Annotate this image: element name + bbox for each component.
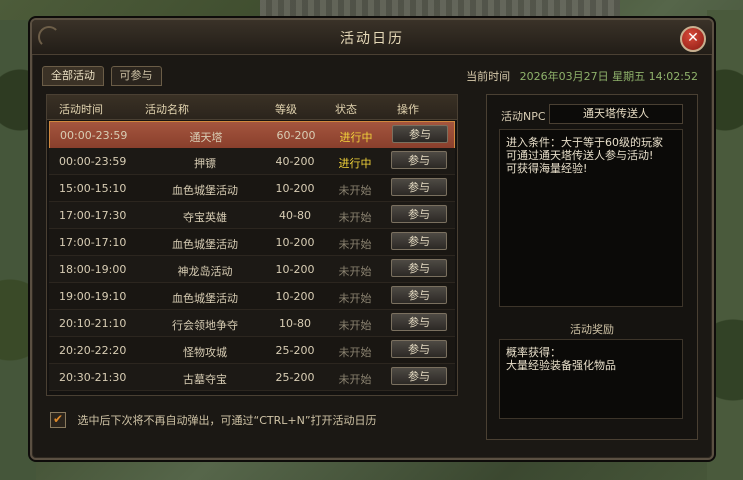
join-button[interactable]: 参与 — [391, 232, 447, 250]
current-time-value: 2026年03月27日 星期五 14:02:52 — [519, 70, 698, 83]
activity-status: 未开始 — [338, 238, 372, 251]
activity-level: 25-200 — [275, 344, 315, 357]
activity-name: 血色城堡活动 — [172, 292, 238, 305]
activity-name: 血色城堡活动 — [172, 184, 238, 197]
current-time-label: 当前时间 — [466, 70, 511, 83]
table-header: 活动时间 活动名称 等级 状态 操作 — [47, 95, 457, 120]
activity-level: 10-200 — [275, 290, 315, 303]
join-button[interactable]: 参与 — [391, 313, 447, 331]
join-button[interactable]: 参与 — [391, 367, 447, 385]
tab-joinable[interactable]: 可参与 — [110, 66, 162, 86]
table-row[interactable]: 20:30-21:30 古墓夺宝 25-200 未开始 参与 — [49, 364, 455, 391]
activity-level: 40-200 — [275, 155, 315, 168]
activity-level: 60-200 — [276, 129, 316, 142]
current-time: 当前时间 2026年03月27日 星期五 14:02:52 — [466, 68, 698, 84]
join-button[interactable]: 参与 — [391, 205, 447, 223]
table-row[interactable]: 20:10-21:10 行会领地争夺 10-80 未开始 参与 — [49, 310, 455, 337]
table-row[interactable]: 18:00-19:00 神龙岛活动 10-200 未开始 参与 — [49, 256, 455, 283]
activity-status: 未开始 — [338, 346, 372, 359]
activity-name: 怪物攻城 — [183, 346, 227, 359]
description-line: 进入条件：大于等于60级的玩家 — [506, 136, 663, 149]
activity-time: 20:20-22:20 — [59, 344, 127, 357]
activity-status: 未开始 — [338, 373, 372, 386]
activity-level: 10-200 — [275, 263, 315, 276]
activity-time: 20:30-21:30 — [59, 371, 127, 384]
table-row[interactable]: 20:20-22:20 怪物攻城 25-200 未开始 参与 — [49, 337, 455, 364]
activity-table: 活动时间 活动名称 等级 状态 操作 00:00-23:59 通天塔 60-200 进… — [46, 94, 458, 396]
activity-name: 神龙岛活动 — [177, 265, 233, 278]
activity-name: 古墓夺宝 — [183, 373, 227, 386]
activity-level: 40-80 — [279, 209, 311, 222]
close-button[interactable]: ✕ — [680, 26, 706, 52]
activity-time: 19:00-19:10 — [59, 290, 127, 303]
reward-description: 概率获得： 大量经验装备强化物品 — [499, 339, 683, 419]
table-row[interactable]: 00:00-23:59 押镖 40-200 进行中 参与 — [49, 148, 455, 175]
header-status: 状态 — [335, 103, 357, 116]
table-row[interactable]: 15:00-15:10 血色城堡活动 10-200 未开始 参与 — [49, 175, 455, 202]
description-line: 可获得海量经验! — [506, 162, 588, 175]
activity-name: 行会领地争夺 — [172, 319, 238, 332]
auto-popup-checkbox[interactable]: ✔ — [50, 412, 66, 428]
reward-title: 活动奖励 — [570, 323, 614, 336]
activity-level: 25-200 — [275, 371, 315, 384]
activity-time: 18:00-19:00 — [59, 263, 127, 276]
activity-description: 进入条件：大于等于60级的玩家 可通过通天塔传送人参与活动! 可获得海量经验! — [499, 129, 683, 307]
npc-name: 通天塔传送人 — [549, 104, 683, 124]
activity-name: 通天塔 — [189, 131, 223, 144]
description-line: 可通过通天塔传送人参与活动! — [506, 149, 654, 162]
tab-all-activities[interactable]: 全部活动 — [42, 66, 104, 86]
table-row[interactable]: 00:00-23:59 通天塔 60-200 进行中 参与 — [49, 121, 455, 149]
activity-name: 押镖 — [194, 157, 216, 170]
activity-name: 夺宝英雄 — [183, 211, 227, 224]
activity-level: 10-80 — [279, 317, 311, 330]
activity-name: 血色城堡活动 — [172, 238, 238, 251]
activity-time: 00:00-23:59 — [59, 155, 127, 168]
activity-status: 未开始 — [338, 184, 372, 197]
activity-time: 15:00-15:10 — [59, 182, 127, 195]
activity-calendar-window: 活动日历 ✕ 全部活动 可参与 当前时间 2026年03月27日 星期五 14:… — [30, 18, 714, 460]
activity-time: 20:10-21:10 — [59, 317, 127, 330]
activity-status: 未开始 — [338, 265, 372, 278]
activity-status: 进行中 — [338, 157, 372, 170]
activity-status: 未开始 — [338, 211, 372, 224]
join-button[interactable]: 参与 — [391, 340, 447, 358]
activity-detail-panel: 活动NPC 通天塔传送人 进入条件：大于等于60级的玩家 可通过通天塔传送人参与… — [486, 94, 698, 440]
auto-popup-text: 选中后下次将不再自动弹出，可通过“CTRL+N”打开活动日历 — [77, 414, 377, 427]
activity-status: 未开始 — [338, 319, 372, 332]
background-roof — [260, 0, 620, 20]
table-row[interactable]: 17:00-17:10 血色城堡活动 10-200 未开始 参与 — [49, 229, 455, 256]
header-time: 活动时间 — [59, 103, 103, 116]
table-row[interactable]: 17:00-17:30 夺宝英雄 40-80 未开始 参与 — [49, 202, 455, 229]
join-button[interactable]: 参与 — [391, 286, 447, 304]
activity-status: 未开始 — [338, 292, 372, 305]
join-button[interactable]: 参与 — [391, 259, 447, 277]
join-button[interactable]: 参与 — [391, 151, 447, 169]
npc-label: 活动NPC — [501, 110, 546, 123]
activity-level: 10-200 — [275, 236, 315, 249]
header-level: 等级 — [275, 103, 297, 116]
auto-popup-option: ✔ 选中后下次将不再自动弹出，可通过“CTRL+N”打开活动日历 — [50, 412, 377, 428]
join-button[interactable]: 参与 — [391, 178, 447, 196]
title-bar[interactable]: 活动日历 ✕ — [32, 20, 712, 55]
window-title: 活动日历 — [340, 31, 404, 47]
table-row[interactable]: 19:00-19:10 血色城堡活动 10-200 未开始 参与 — [49, 283, 455, 310]
activity-time: 17:00-17:10 — [59, 236, 127, 249]
activity-time: 00:00-23:59 — [60, 129, 128, 142]
reward-line: 大量经验装备强化物品 — [506, 359, 616, 372]
reward-line: 概率获得： — [506, 346, 561, 359]
tab-bar: 全部活动 可参与 — [42, 66, 165, 86]
join-button[interactable]: 参与 — [392, 125, 448, 143]
activity-time: 17:00-17:30 — [59, 209, 127, 222]
header-name: 活动名称 — [145, 103, 189, 116]
activity-level: 10-200 — [275, 182, 315, 195]
activity-status: 进行中 — [339, 131, 373, 144]
header-action: 操作 — [397, 103, 419, 116]
